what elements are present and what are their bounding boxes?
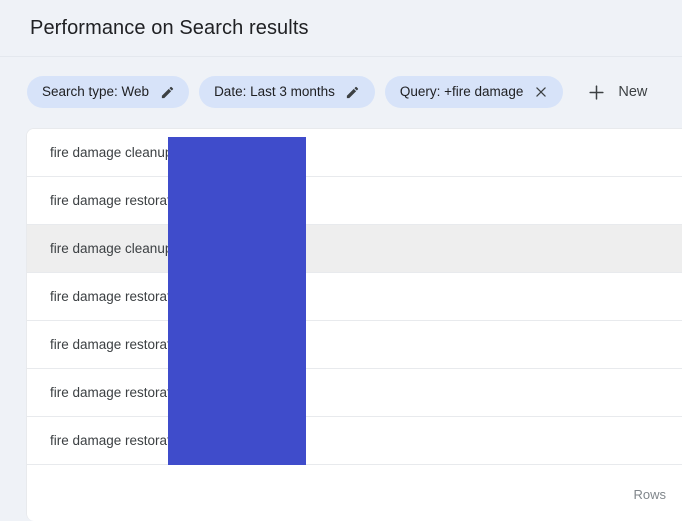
table-footer: Rows (27, 465, 682, 520)
close-icon[interactable] (532, 83, 550, 101)
table-row[interactable]: fire damage restorat (27, 417, 682, 465)
table-row[interactable]: fire damage restorat (27, 321, 682, 369)
queries-table: fire damage cleanup fire damage restorat… (26, 128, 682, 521)
table-row[interactable]: fire damage restorat (27, 369, 682, 417)
row-query-text: fire damage restorat (50, 337, 171, 352)
filter-chip-query[interactable]: Query: +fire damage (384, 76, 564, 108)
new-filter-button[interactable]: New (585, 81, 647, 103)
filter-chip-search-type[interactable]: Search type: Web (27, 76, 190, 108)
selection-overlay-block (168, 137, 306, 465)
row-query-text: fire damage cleanup (50, 145, 173, 160)
table-row[interactable]: fire damage restorat (27, 177, 682, 225)
rows-per-page-label[interactable]: Rows (633, 487, 666, 502)
row-query-text: fire damage restorat (50, 289, 171, 304)
filter-chip-date[interactable]: Date: Last 3 months (199, 76, 375, 108)
pencil-icon[interactable] (158, 83, 176, 101)
plus-icon (585, 81, 607, 103)
table-row[interactable]: fire damage cleanup (27, 129, 682, 177)
filter-chip-label: Search type: Web (42, 84, 150, 100)
row-query-text: fire damage restorat (50, 193, 171, 208)
filter-bar: Search type: Web Date: Last 3 months Que… (0, 57, 682, 127)
page-title: Performance on Search results (30, 16, 309, 39)
new-filter-label: New (618, 84, 648, 100)
row-query-text: fire damage cleanup (50, 241, 173, 256)
table-row[interactable]: fire damage restorat (27, 273, 682, 321)
pencil-icon[interactable] (344, 83, 362, 101)
table-row[interactable]: fire damage cleanup (27, 225, 682, 273)
page-header: Performance on Search results (0, 0, 682, 57)
filter-chip-label: Query: +fire damage (399, 84, 524, 100)
row-query-text: fire damage restorat (50, 433, 171, 448)
filter-chip-label: Date: Last 3 months (214, 84, 335, 100)
row-query-text: fire damage restorat (50, 385, 171, 400)
